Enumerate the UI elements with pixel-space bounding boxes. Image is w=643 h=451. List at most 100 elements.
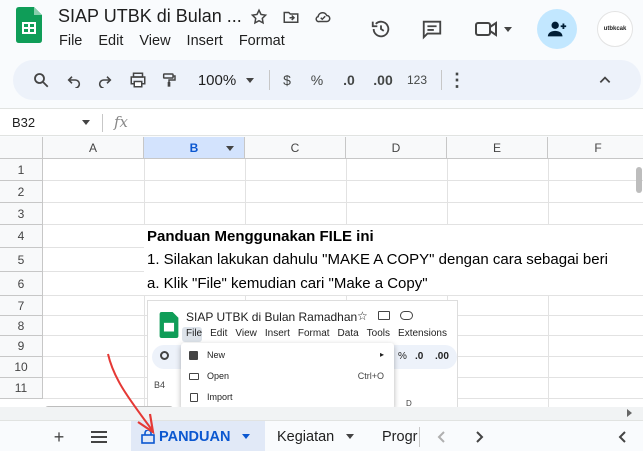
menu-format[interactable]: Format [239,33,285,49]
row-header[interactable]: 3 [0,203,43,225]
scroll-right-arrow[interactable] [627,409,632,417]
add-sheet-button[interactable]: + [46,425,72,449]
row-header[interactable]: 1 [0,159,43,181]
embedded-menu-item-open: Open Ctrl+O [181,368,394,386]
tab-kegiatan[interactable]: Kegiatan [277,421,355,451]
gridline [43,202,643,203]
cell-b6[interactable]: a. Klik "File" kemudian cari "Make a Cop… [147,275,428,292]
menu-view[interactable]: View [139,33,170,49]
increase-decimal-button[interactable]: .00 [369,68,397,92]
select-all-corner[interactable] [0,137,43,159]
sheets-logo-icon[interactable] [16,7,42,43]
folder-icon [189,373,199,380]
chevron-left-icon [618,431,626,443]
meet-button[interactable] [466,9,520,49]
menu-file[interactable]: File [59,33,82,49]
embedded-open-label: Open [207,371,230,381]
row-header[interactable]: 4 [0,225,43,248]
increase-decimal-label: .00 [373,72,393,88]
move-to-folder-icon[interactable] [280,6,302,28]
column-header-f[interactable]: F [548,137,643,159]
undo-button[interactable] [62,68,86,92]
tab-divider [419,427,420,447]
zoom-value: 100% [197,71,237,89]
redo-button[interactable] [93,68,117,92]
spreadsheet-grid[interactable]: A B C D E F 1 2 3 4 5 6 7 8 9 10 11 Pand… [0,137,643,407]
chevron-down-icon[interactable] [82,120,90,125]
move-to-folder-icon [378,311,390,320]
new-icon [189,351,198,360]
embedded-percent: % [398,351,407,362]
search-menus-button[interactable] [29,68,53,92]
more-options-icon[interactable]: ⋮ [448,68,466,92]
formula-bar: B32 fx [0,108,643,136]
chevron-down-icon[interactable] [346,434,355,439]
collapse-toolbar-button[interactable] [593,68,617,92]
menu-insert[interactable]: Insert [187,33,223,49]
cell-b4[interactable]: Panduan Menggunakan FILE ini [147,228,374,245]
embedded-title: SIAP UTBK di Bulan Ramadhan [186,310,358,324]
cell-b5[interactable]: 1. Silakan lakukan dahulu "MAKE A COPY" … [147,251,608,268]
embedded-dec: .0 [415,351,424,362]
cloud-saved-icon [400,311,413,320]
row-header[interactable]: 10 [0,357,43,378]
submenu-arrow-icon: ▸ [379,350,384,359]
row-header[interactable]: 5 [0,248,43,272]
scroll-tabs-left-button[interactable] [428,425,454,449]
redo-icon [98,76,112,88]
document-title[interactable]: SIAP UTBK di Bulan ... [58,6,242,27]
chevron-down-icon[interactable] [242,434,251,439]
version-history-button[interactable] [361,9,401,49]
more-formats-button[interactable]: 123 [403,68,431,92]
fx-icon: fx [114,113,129,131]
vertical-scroll-thumb[interactable] [636,167,642,193]
decrease-decimal-button[interactable]: .0 [337,68,361,92]
percent-format-button[interactable]: % [309,68,325,92]
row-header[interactable]: 7 [0,296,43,316]
toolbar: 100% $ % .0 .00 123 ⋮ [13,60,641,100]
tab-kegiatan-label: Kegiatan [277,428,335,445]
menu-edit[interactable]: Edit [98,33,123,49]
embedded-new-label: New [207,350,226,360]
chevron-down-icon [246,77,255,83]
add-person-icon [547,21,567,37]
name-box[interactable]: B32 [12,115,35,130]
row-header[interactable]: 6 [0,272,43,296]
column-header-d[interactable]: D [346,137,447,159]
paint-format-button[interactable] [157,68,181,92]
column-header-e[interactable]: E [447,137,548,159]
star-icon: ☆ [357,309,368,323]
column-header-a[interactable]: A [43,137,144,159]
row-header[interactable]: 9 [0,336,43,357]
row-header[interactable]: 2 [0,181,43,203]
star-icon[interactable] [248,6,270,28]
embedded-file-dropdown: New ▸ Open Ctrl+O Import [181,343,394,407]
column-header-c[interactable]: C [245,137,346,159]
chevron-left-icon [437,431,445,443]
cloud-saved-icon[interactable] [312,6,334,28]
row-header[interactable]: 8 [0,316,43,336]
chevron-up-icon [599,76,611,83]
tab-panduan[interactable]: PANDUAN [131,421,265,451]
print-button[interactable] [125,68,151,92]
chevron-right-icon [476,431,484,443]
share-button[interactable] [537,9,577,49]
tab-progress[interactable]: Progr [382,421,418,451]
comments-button[interactable] [412,9,452,49]
zoom-select[interactable]: 100% [191,68,261,92]
embedded-menu-bar: File Edit View Insert Format Data Tools … [186,328,447,339]
tutorial-screenshot-image: SIAP UTBK di Bulan Ramadhan ☆ File Edit … [147,300,458,407]
side-panel-toggle-button[interactable] [609,425,635,449]
decrease-decimal-label: .0 [343,72,355,88]
scroll-tabs-right-button[interactable] [467,425,493,449]
chevron-down-icon[interactable] [226,146,234,151]
avatar[interactable]: utbkcak [597,11,633,47]
currency-format-button[interactable]: $ [279,68,295,92]
history-icon [371,20,390,38]
column-header-b[interactable]: B [144,137,245,159]
search-icon [34,73,49,88]
row-header[interactable]: 11 [0,378,43,399]
undo-icon [67,76,81,88]
all-sheets-button[interactable] [86,425,112,449]
embedded-import-label: Import [207,392,233,402]
